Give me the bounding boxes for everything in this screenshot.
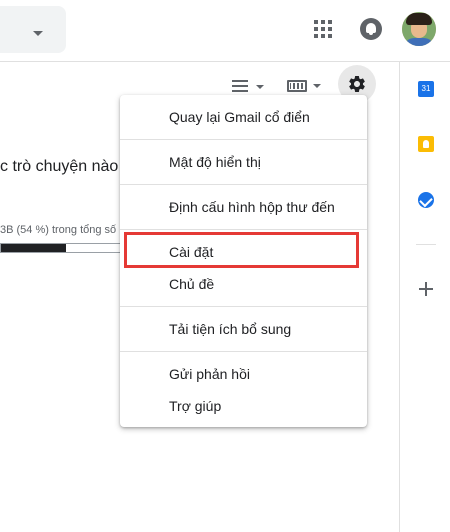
add-icon[interactable] <box>418 281 434 297</box>
density-icon[interactable] <box>232 78 266 94</box>
top-header <box>0 0 450 62</box>
search-options-caret-icon[interactable] <box>33 31 43 36</box>
menu-separator <box>120 184 367 185</box>
apps-grid-icon[interactable] <box>314 20 332 38</box>
settings-menu: Quay lại Gmail cổ điển Mật độ hiển thị Đ… <box>120 95 367 427</box>
storage-usage-text: 3B (54 %) trong tổng số 1 <box>0 224 122 236</box>
menu-separator <box>120 139 367 140</box>
menu-item-themes[interactable]: Chủ đề <box>120 269 367 299</box>
gear-icon <box>349 76 365 92</box>
side-panel: 31 <box>399 62 450 532</box>
menu-item-help[interactable]: Trợ giúp <box>120 391 367 421</box>
search-box[interactable] <box>0 6 66 53</box>
bell-icon[interactable] <box>360 18 382 40</box>
keep-icon[interactable] <box>418 136 434 152</box>
menu-separator <box>120 306 367 307</box>
menu-item-send-feedback[interactable]: Gửi phản hồi <box>120 359 367 389</box>
rail-divider <box>416 244 436 245</box>
density-caret-icon[interactable] <box>256 85 264 89</box>
keyboard-icon[interactable] <box>287 80 323 92</box>
storage-usage-fill <box>1 244 66 252</box>
menu-item-configure-inbox[interactable]: Định cấu hình hộp thư đến <box>120 192 367 222</box>
empty-inbox-text: c trò chuyện nào c <box>0 158 122 175</box>
tasks-icon[interactable] <box>418 192 434 208</box>
menu-item-classic-gmail[interactable]: Quay lại Gmail cổ điển <box>120 102 367 132</box>
menu-separator <box>120 229 367 230</box>
keyboard-glyph <box>287 80 307 92</box>
menu-item-settings[interactable]: Cài đặt <box>120 237 367 267</box>
avatar[interactable] <box>402 12 436 46</box>
avatar-shirt <box>404 38 434 46</box>
avatar-hair <box>406 13 432 25</box>
keyboard-caret-icon[interactable] <box>313 84 321 88</box>
calendar-icon[interactable]: 31 <box>418 81 434 97</box>
storage-usage-bar <box>0 243 122 253</box>
menu-separator <box>120 351 367 352</box>
menu-item-get-addons[interactable]: Tải tiện ích bổ sung <box>120 314 367 344</box>
menu-item-display-density[interactable]: Mật độ hiển thị <box>120 147 367 177</box>
